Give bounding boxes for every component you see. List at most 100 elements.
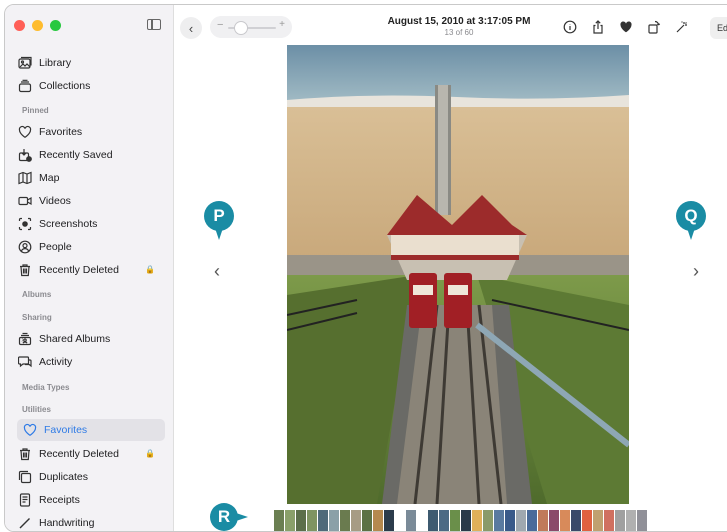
shared-albums-icon [17,332,33,346]
callout-q-label: Q [684,206,698,225]
filmstrip-thumb[interactable] [384,510,394,531]
filmstrip-thumb[interactable] [571,510,581,531]
filmstrip-thumb[interactable] [483,510,493,531]
sidebar-item-shared-albums[interactable]: › Shared Albums [17,328,165,349]
rotate-icon[interactable] [646,19,662,35]
sidebar-item-videos[interactable]: Videos [17,190,165,211]
filmstrip-thumb[interactable] [516,510,526,531]
favorite-heart-icon[interactable] [618,19,634,35]
filmstrip-thumb[interactable] [582,510,592,531]
section-header-utilities[interactable]: Utilities [22,405,51,414]
edit-button[interactable]: Edi [710,17,727,39]
filmstrip-thumb[interactable] [417,510,427,531]
filmstrip-thumb[interactable] [439,510,449,531]
heart-icon [22,423,38,437]
close-window-button[interactable] [14,20,25,31]
sidebar-item-collections[interactable]: Collections [17,75,165,96]
previous-photo-button[interactable]: ‹ [214,261,220,282]
lock-icon: 🔒 [145,449,155,458]
section-header-sharing[interactable]: Sharing [22,313,52,322]
zoom-knob[interactable] [234,21,248,35]
screenshot-icon [17,217,33,231]
filmstrip-thumb[interactable] [549,510,559,531]
filmstrip-thumb[interactable] [538,510,548,531]
filmstrip-thumb[interactable] [274,510,284,531]
sidebar-item-handwriting[interactable]: Handwriting [17,512,165,531]
filmstrip-thumb[interactable] [428,510,438,531]
sidebar-item-duplicates[interactable]: Duplicates [17,466,165,487]
sidebar-toggle-icon[interactable] [147,19,161,30]
zoom-slider[interactable]: − + [210,16,292,38]
sidebar-item-receipts[interactable]: Receipts [17,489,165,510]
filmstrip-thumb[interactable] [307,510,317,531]
filmstrip-thumb[interactable] [560,510,570,531]
sidebar-item-recently-saved[interactable]: Recently Saved [17,144,165,165]
filmstrip-thumb[interactable] [637,510,647,531]
filmstrip-thumb[interactable] [318,510,328,531]
filmstrip-thumb[interactable] [494,510,504,531]
chevron-right-icon: › [693,261,699,281]
photos-window: Library Collections Pinned Favorites Rec… [4,4,727,532]
minimize-window-button[interactable] [32,20,43,31]
filmstrip-thumb[interactable] [527,510,537,531]
filmstrip-thumb[interactable] [472,510,482,531]
video-icon [17,194,33,208]
sidebar-item-recently-deleted[interactable]: Recently Deleted 🔒 [17,259,165,280]
collections-icon [17,79,33,93]
filmstrip-thumb[interactable] [615,510,625,531]
filmstrip-thumb[interactable] [450,510,460,531]
callout-r-label: R [217,507,231,526]
filmstrip-thumb[interactable] [285,510,295,531]
filmstrip-thumb[interactable] [505,510,515,531]
map-icon [17,171,33,185]
sidebar-item-map[interactable]: Map [17,167,165,188]
sidebar-item-people[interactable]: People [17,236,165,257]
sidebar-item-activity[interactable]: Activity [17,351,165,372]
sidebar: Library Collections Pinned Favorites Rec… [5,5,174,531]
toolbar-actions [562,19,690,35]
filmstrip-thumb[interactable] [340,510,350,531]
enhance-wand-icon[interactable] [674,19,690,35]
filmstrip-thumb[interactable] [406,510,416,531]
sidebar-item-library[interactable]: Library [17,52,165,73]
filmstrip-thumb[interactable] [395,510,405,531]
pen-icon [17,516,33,530]
zoom-in-icon[interactable]: + [279,19,285,30]
section-header-albums[interactable]: Albums [22,290,51,299]
filmstrip-thumb[interactable] [626,510,636,531]
section-header-media-types[interactable]: Media Types [22,383,69,392]
filmstrip-thumb[interactable] [373,510,383,531]
callout-r-badge: R [210,503,248,531]
filmstrip-thumb[interactable] [604,510,614,531]
chevron-left-icon: ‹ [214,261,220,281]
sidebar-item-utilities-recently-deleted[interactable]: Recently Deleted 🔒 [17,443,165,464]
back-button[interactable]: ‹ [180,17,202,39]
sidebar-item-favorites[interactable]: Favorites [17,121,165,142]
filmstrip-thumb[interactable] [296,510,306,531]
filmstrip-thumb[interactable] [593,510,603,531]
next-photo-button[interactable]: › [693,261,699,282]
share-icon[interactable] [590,19,606,35]
info-icon[interactable] [562,19,578,35]
lock-icon: 🔒 [145,265,155,274]
filmstrip-thumb[interactable] [362,510,372,531]
heart-icon [17,125,33,139]
toolbar: ‹ − + August 15, 2010 at 3:17:05 PM 13 o… [174,5,727,45]
sidebar-item-utilities-favorites[interactable]: Favorites [17,419,165,441]
zoom-window-button[interactable] [50,20,61,31]
photo-view[interactable] [287,45,629,504]
photo-date: August 15, 2010 at 3:17:05 PM [387,16,531,27]
callout-p-label: P [213,206,225,225]
chevron-right-icon[interactable]: › [21,334,24,344]
receipt-icon [17,492,33,507]
recently-saved-icon [17,148,33,162]
filmstrip[interactable] [274,510,647,531]
window-controls [14,20,61,31]
sidebar-item-screenshots[interactable]: Screenshots [17,213,165,234]
filmstrip-thumb[interactable] [329,510,339,531]
photo-title: August 15, 2010 at 3:17:05 PM 13 of 60 [374,16,544,37]
filmstrip-thumb[interactable] [351,510,361,531]
callout-p-badge: P [204,201,234,240]
zoom-out-icon[interactable]: − [217,19,223,31]
filmstrip-thumb[interactable] [461,510,471,531]
